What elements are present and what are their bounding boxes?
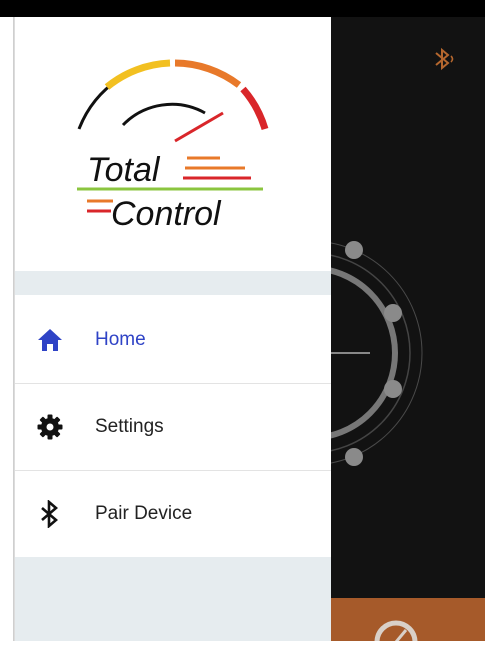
total-control-logo: Total Control (77, 59, 269, 233)
menu-item-pair-device[interactable]: Pair Device (15, 471, 331, 557)
menu-item-settings[interactable]: Settings (15, 384, 331, 471)
gauge-dial (330, 241, 423, 466)
status-bar (0, 0, 485, 17)
drawer-footer (15, 557, 331, 641)
bottom-action-bar[interactable] (330, 598, 485, 646)
speedometer-icon (374, 620, 418, 646)
bluetooth-icon (35, 499, 65, 529)
drawer-divider-band (15, 271, 331, 295)
menu-item-home[interactable]: Home (15, 297, 331, 384)
bluetooth-status-icon[interactable] (432, 46, 456, 77)
menu-item-label: Home (95, 329, 146, 350)
gear-icon (35, 412, 65, 442)
home-icon (35, 325, 65, 355)
menu-item-label: Settings (95, 416, 164, 437)
menu-item-label: Pair Device (95, 503, 193, 524)
logo-line2: Control (111, 195, 222, 233)
main-screen-background (330, 17, 485, 641)
logo-line1: Total (87, 151, 161, 189)
navigation-drawer: Total Control Home Settings Pair Device (14, 17, 331, 641)
drawer-header: Total Control (15, 17, 331, 269)
